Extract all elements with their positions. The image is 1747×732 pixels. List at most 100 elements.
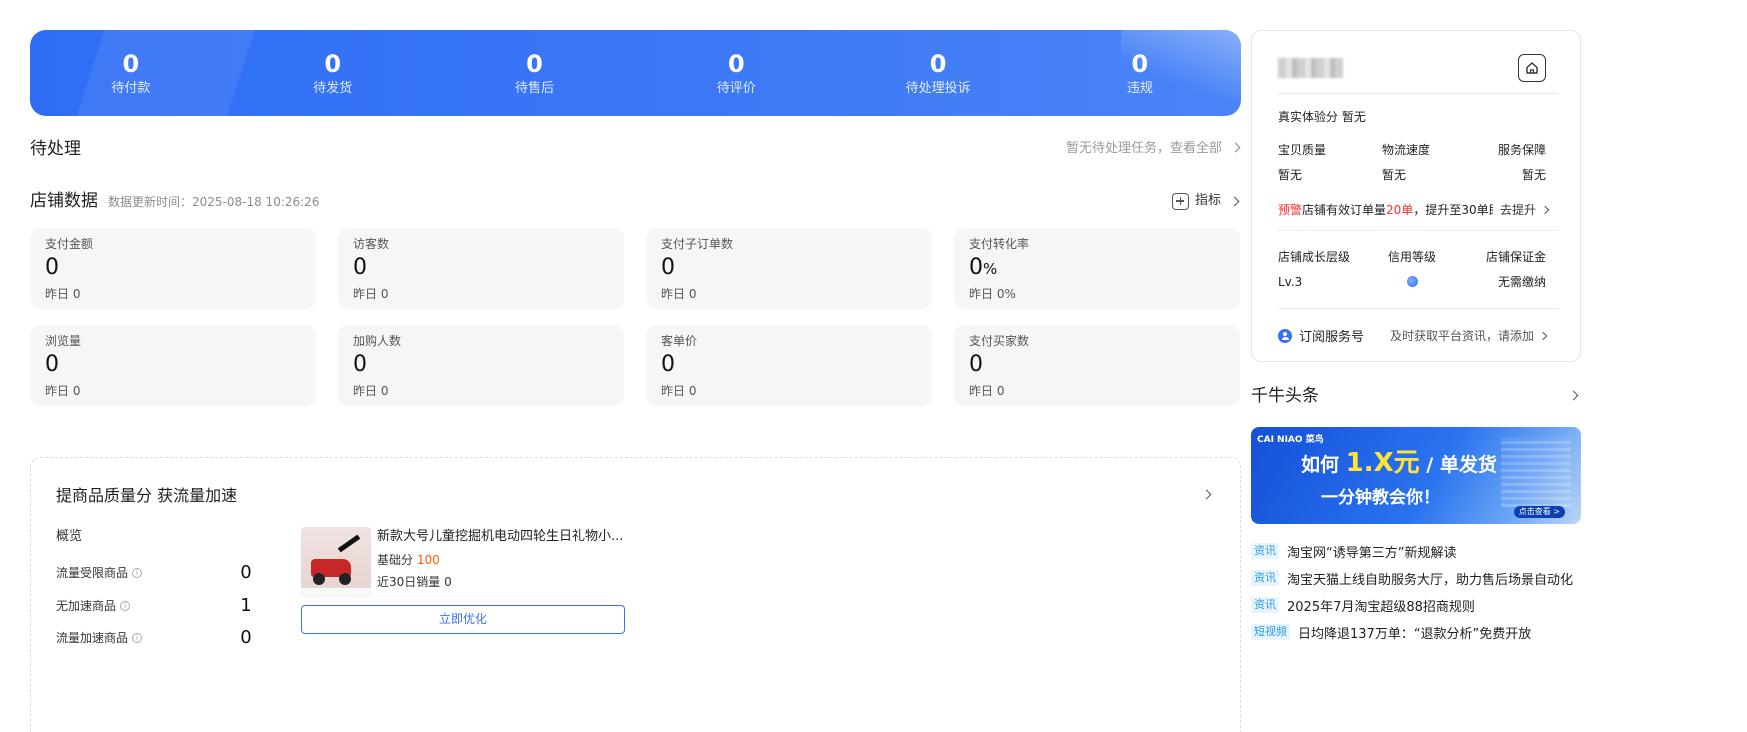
metric-card-paying-buyers[interactable]: 支付买家数 0 昨日 0 (954, 325, 1240, 406)
status-count: 0 (526, 50, 543, 78)
quality-row-no-boost[interactable]: 无加速商品 i 1 (56, 595, 256, 616)
status-count: 0 (929, 50, 947, 78)
deposit-value[interactable]: 无需缴纳 (1461, 274, 1546, 290)
pending-link-text: 暂无待处理任务，查看全部 (1065, 141, 1222, 156)
status-pending-aftersale[interactable]: 0 待售后 (434, 30, 636, 116)
status-label: 待处理投诉 (905, 81, 971, 96)
experience-metric-values: 暂无 暂无 暂无 (1278, 168, 1546, 182)
metric-card-payment-amount[interactable]: 支付金额 0 昨日 0 (30, 228, 316, 309)
pending-title: 待处理 (30, 139, 81, 159)
quality-row-restricted[interactable]: 流量受限商品 i 0 (56, 562, 256, 583)
metric-label: 浏览量 (45, 334, 82, 348)
view-all-pending-link[interactable]: 暂无待处理任务，查看全部 (1065, 140, 1241, 158)
status-label: 待评价 (716, 81, 756, 96)
chevron-right-icon[interactable] (1201, 489, 1212, 500)
headlines-title: 千牛头条 (1251, 386, 1319, 406)
status-count: 0 (727, 50, 745, 78)
metric-yesterday: 昨日 0 (45, 287, 81, 301)
credit-badge-icon (1406, 276, 1418, 287)
metric-card-page-views[interactable]: 浏览量 0 昨日 0 (30, 325, 316, 406)
status-label: 违规 (1126, 81, 1153, 96)
quality-score-panel: 提商品质量分 获流量加速 概览 流量受限商品 i 0 无加速商品 i 1 流量加速商… (30, 457, 1241, 732)
quality-panel-title: 提商品质量分 获流量加速 (56, 486, 238, 505)
shop-info-card: 真实体验分 暂无 宝贝质量 物流速度 服务保障 暂无 暂无 暂无 预警店铺有效订… (1251, 30, 1581, 362)
metric-value: 0 (661, 255, 675, 280)
metric-card-paid-suborders[interactable]: 支付子订单数 0 昨日 0 (646, 228, 932, 309)
growth-level-value[interactable]: Lv.3 (1278, 274, 1363, 290)
news-item[interactable]: 资讯 淘宝天猫上线自助服务大厅，助力售后场景自动化 (1251, 569, 1574, 588)
news-item[interactable]: 短视频 日均降退137万单：“退款分析”免费开放 (1251, 623, 1532, 642)
status-pending-complaints[interactable]: 0 待处理投诉 (837, 30, 1039, 116)
product-sales: 近30日销量 0 (377, 575, 452, 589)
metric-value: 0 (353, 255, 367, 280)
product-name[interactable]: 新款大号儿童挖掘机电动四轮生日礼物小... (377, 528, 627, 545)
user-icon (1278, 328, 1292, 343)
chevron-right-icon[interactable] (1568, 390, 1579, 401)
metric-card-visitors[interactable]: 访客数 0 昨日 0 (338, 228, 624, 309)
quality-row-value: 0 (240, 562, 252, 583)
headline-banner-ad[interactable]: CAI NIAO 菜鸟 如何 1.X元 / 单发货 一分钟教会你！ 点击查看 > (1251, 427, 1581, 524)
product-image[interactable] (301, 527, 371, 597)
info-icon[interactable]: i (120, 600, 131, 611)
metric-label: 支付转化率 (969, 237, 1030, 251)
shop-level-values: Lv.3 无需缴纳 (1278, 274, 1546, 290)
quality-row-boosted[interactable]: 流量加速商品 i 0 (56, 627, 256, 648)
status-pending-shipment[interactable]: 0 待发货 (232, 30, 434, 116)
home-icon (1526, 62, 1538, 74)
quality-row-label: 无加速商品 (56, 599, 117, 613)
info-icon[interactable]: i (132, 632, 143, 643)
improve-link[interactable]: 去提升 (1500, 202, 1550, 218)
order-status-banner: 0 待付款 0 待发货 0 待售后 0 待评价 0 待处理投诉 0 违规 (30, 30, 1241, 116)
status-pending-review[interactable]: 0 待评价 (635, 30, 837, 116)
metric-label: 支付买家数 (969, 334, 1030, 348)
chevron-right-icon (1540, 205, 1550, 215)
experience-metric-labels: 宝贝质量 物流速度 服务保障 (1278, 143, 1546, 157)
status-count: 0 (122, 50, 140, 78)
experience-score: 真实体验分 暂无 (1278, 110, 1366, 124)
metric-yesterday: 昨日 0 (45, 384, 81, 398)
shop-name-blurred (1278, 58, 1343, 78)
metric-label: 加购人数 (353, 334, 402, 348)
news-item[interactable]: 资讯 2025年7月淘宝超级88招商规则 (1251, 596, 1475, 615)
status-label: 待售后 (514, 81, 554, 96)
news-text: 2025年7月淘宝超级88招商规则 (1287, 599, 1475, 615)
metric-yesterday: 昨日 0 (661, 384, 697, 398)
quality-row-value: 1 (240, 595, 252, 616)
optimize-now-button[interactable]: 立即优化 (301, 605, 625, 634)
plus-square-icon (1172, 192, 1189, 210)
subscribe-hint-link[interactable]: 及时获取平台资讯，请添加 (1390, 327, 1548, 344)
metric-yesterday: 昨日 0% (969, 287, 1016, 301)
metric-card-add-to-cart[interactable]: 加购人数 0 昨日 0 (338, 325, 624, 406)
metrics-button[interactable]: 指标 (1172, 192, 1240, 210)
status-label: 待发货 (313, 81, 353, 96)
metric-label: 支付金额 (45, 237, 94, 251)
subscribe-service-account[interactable]: 订阅服务号 (1278, 326, 1364, 345)
metric-value: 0 (969, 352, 983, 377)
metric-label: 支付子订单数 (661, 237, 734, 251)
metric-card-conversion-rate[interactable]: 支付转化率 0% 昨日 0% (954, 228, 1240, 309)
chevron-right-icon (1229, 196, 1240, 206)
news-item[interactable]: 资讯 淘宝网“诱导第三方”新规解读 (1251, 542, 1457, 561)
news-text: 淘宝网“诱导第三方”新规解读 (1287, 545, 1457, 561)
news-tag: 资讯 (1251, 543, 1279, 559)
status-violations[interactable]: 0 违规 (1039, 30, 1241, 116)
news-tag: 资讯 (1251, 570, 1279, 586)
banner-cta[interactable]: 点击查看 > (1513, 506, 1565, 518)
news-text: 淘宝天猫上线自助服务大厅，助力售后场景自动化 (1287, 572, 1574, 588)
metric-value: 0 (45, 352, 59, 377)
overview-label: 概览 (56, 529, 83, 544)
metric-card-avg-order-value[interactable]: 客单价 0 昨日 0 (646, 325, 932, 406)
status-count: 0 (1131, 50, 1149, 78)
status-pending-payment[interactable]: 0 待付款 (30, 30, 232, 116)
metric-label: 访客数 (353, 237, 390, 251)
news-text: 日均降退137万单：“退款分析”免费开放 (1298, 626, 1532, 642)
info-icon[interactable]: i (132, 567, 143, 578)
shop-level-labels: 店铺成长层级 信用等级 店铺保证金 (1278, 250, 1546, 264)
store-data-title: 店铺数据 (30, 191, 98, 211)
home-button[interactable] (1518, 54, 1546, 82)
quality-row-value: 0 (240, 627, 252, 648)
subscribe-row: 订阅服务号 及时获取平台资讯，请添加 (1278, 326, 1548, 345)
metric-label: 客单价 (661, 334, 698, 348)
news-tag: 短视频 (1251, 624, 1290, 640)
cainiao-logo: CAI NIAO 菜鸟 (1257, 435, 1324, 445)
